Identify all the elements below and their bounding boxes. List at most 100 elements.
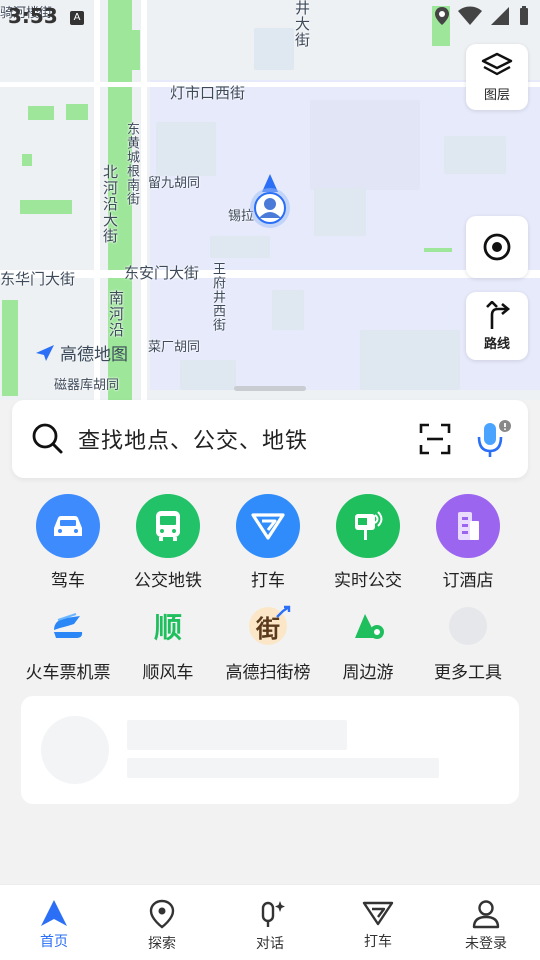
nearby-travel-button[interactable]: 周边游: [318, 602, 418, 683]
carpool-icon: 顺: [136, 602, 200, 650]
tab-taxi[interactable]: 打车: [324, 885, 432, 960]
map-block: [310, 100, 420, 190]
map-park: [2, 300, 18, 396]
bus-metro-label: 公交地铁: [134, 571, 202, 591]
train-ticket-label: 火车票机票: [25, 663, 111, 683]
signal-icon: [491, 7, 509, 25]
nearby-travel-icon: [336, 602, 400, 650]
hotel-button[interactable]: 订酒店: [418, 494, 518, 591]
quick-actions-row-1: 驾车 公交地铁 打车 实时公交 订酒店: [18, 494, 518, 591]
tab-chat-label: 对话: [256, 936, 284, 952]
map-label: 磁器库胡同: [54, 378, 120, 393]
map-block: [210, 236, 270, 258]
target-icon: [483, 233, 511, 261]
map-label: 东安门大街: [124, 264, 200, 282]
layers-label: 图层: [483, 87, 510, 103]
carpool-glyph: 顺: [153, 611, 182, 644]
more-tools-button[interactable]: 更多工具: [418, 602, 518, 683]
tab-profile[interactable]: 未登录: [432, 885, 540, 960]
map-park: [20, 200, 72, 214]
map-block: [156, 122, 216, 176]
street-ranking-label: 高德扫街榜: [225, 663, 311, 683]
map-park: [424, 248, 452, 252]
map-road: [0, 82, 540, 87]
sheet-drag-handle[interactable]: [234, 386, 306, 391]
tab-chat[interactable]: 对话: [216, 885, 324, 960]
map-label: 王府井西街: [210, 262, 225, 332]
bus-metro-button[interactable]: 公交地铁: [118, 494, 218, 591]
taxi-nav-icon: [362, 901, 394, 926]
mic-chat-icon: [261, 901, 285, 927]
status-time: 3:53: [8, 4, 58, 28]
user-location-marker[interactable]: [248, 172, 292, 232]
skeleton-avatar: [41, 716, 109, 784]
map-block: [272, 290, 304, 330]
map-park: [28, 106, 54, 120]
layers-icon: [481, 52, 513, 75]
map-park: [126, 30, 140, 70]
carpool-button[interactable]: 顺 顺风车: [118, 602, 218, 683]
trend-up-icon: [276, 605, 291, 618]
tab-profile-label: 未登录: [465, 936, 507, 952]
map-road: [141, 0, 147, 400]
route-button[interactable]: 路线: [466, 292, 528, 360]
map-label: 东华门大街: [0, 270, 76, 288]
map-label: 菜厂胡同: [148, 340, 201, 355]
street-ranking-icon: 街: [236, 602, 300, 650]
map-view[interactable]: 骑河楼街 井大街 灯市口西街 东黄城根南街 留九胡同 北河沿大街 锡拉 东华门大…: [0, 0, 540, 400]
map-label: 留九胡同: [148, 176, 201, 191]
tab-explore-label: 探索: [148, 936, 176, 952]
layers-button[interactable]: 图层: [466, 44, 528, 110]
amap-logo-icon: [36, 344, 54, 361]
search-bar[interactable]: 查找地点、公交、地铁: [12, 400, 528, 478]
map-label: 南河沿: [107, 290, 125, 338]
locate-button[interactable]: [466, 216, 528, 278]
drive-label: 驾车: [51, 571, 85, 591]
location-status-icon: [435, 7, 449, 25]
amap-logo: 高德地图: [34, 340, 128, 365]
map-block: [444, 136, 506, 174]
train-ticket-button[interactable]: 火车票机票: [18, 602, 118, 683]
scan-icon[interactable]: [418, 422, 452, 456]
more-tools-icon: [436, 602, 500, 650]
map-park: [66, 104, 88, 120]
realtime-bus-label: 实时公交: [334, 571, 402, 591]
skeleton-line: [127, 720, 347, 750]
map-block: [254, 28, 294, 70]
user-icon: [472, 900, 500, 929]
tab-home[interactable]: 首页: [0, 885, 108, 960]
map-label: 灯市口西街: [170, 84, 246, 102]
taxi-icon: [236, 494, 300, 558]
car-icon: [36, 494, 100, 558]
tab-home-label: 首页: [40, 934, 68, 950]
hotel-icon: [436, 494, 500, 558]
home-nav-icon: [41, 900, 67, 926]
realtime-bus-button[interactable]: 实时公交: [318, 494, 418, 591]
tab-explore[interactable]: 探索: [108, 885, 216, 960]
taxi-button[interactable]: 打车: [218, 494, 318, 591]
map-label: 井大街: [293, 0, 311, 48]
taxi-label: 打车: [251, 571, 285, 591]
loading-card: [21, 696, 519, 804]
location-avatar-icon: [250, 174, 290, 228]
realtime-bus-icon: [336, 494, 400, 558]
search-input[interactable]: 查找地点、公交、地铁: [78, 423, 418, 455]
hotel-label: 订酒店: [442, 571, 494, 591]
street-ranking-button[interactable]: 街 高德扫街榜: [218, 602, 318, 683]
drive-button[interactable]: 驾车: [18, 494, 118, 591]
search-icon: [32, 423, 63, 454]
wifi-icon: [458, 6, 482, 25]
map-road: [0, 270, 540, 278]
train-ticket-icon: [36, 602, 100, 650]
carpool-label: 顺风车: [142, 663, 194, 683]
map-block: [314, 188, 366, 236]
map-park: [22, 154, 32, 166]
map-label: 东黄城根南街: [124, 122, 139, 206]
bottom-tab-bar: 首页 探索 对话 打车 未登录: [0, 884, 540, 960]
voice-mic-icon[interactable]: [474, 419, 512, 459]
tab-taxi-label: 打车: [364, 934, 392, 950]
route-icon: [486, 300, 511, 329]
route-label: 路线: [483, 336, 510, 352]
map-label: 北河沿大街: [101, 164, 119, 244]
bus-icon: [136, 494, 200, 558]
